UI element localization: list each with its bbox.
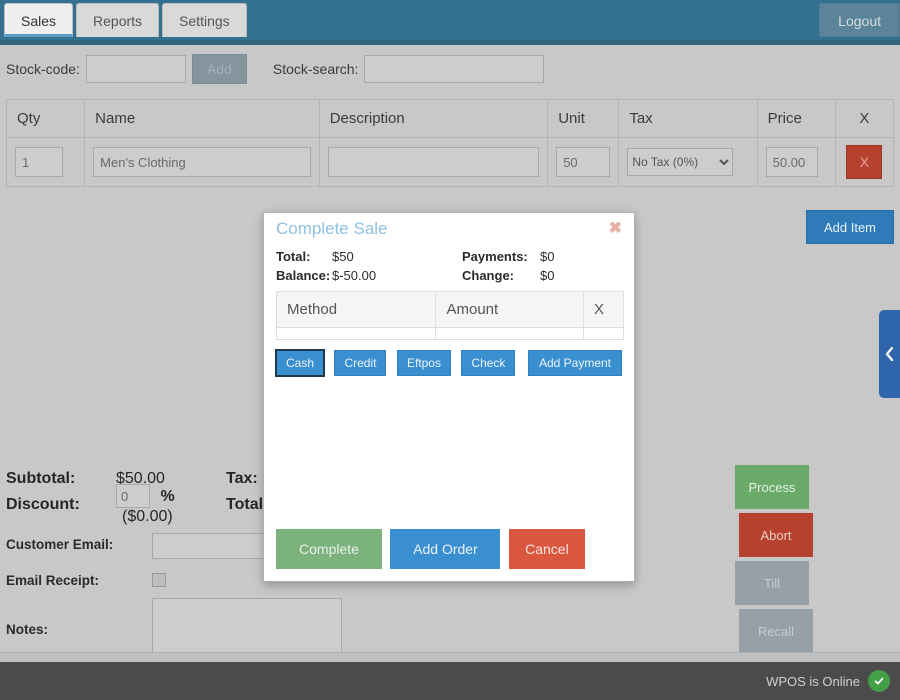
item-price-input[interactable]	[765, 147, 818, 177]
tab-reports[interactable]: Reports	[76, 3, 160, 37]
payment-method-buttons: Cash Credit Eftpos Check Add Payment	[274, 349, 622, 377]
items-table-header-row: Qty Name Description Unit Tax Price X	[5, 99, 895, 138]
payment-method-check[interactable]: Check	[461, 350, 516, 376]
item-qty-input[interactable]	[15, 147, 63, 177]
notes-label: Notes:	[6, 622, 49, 637]
discount-percent-symbol: %	[160, 487, 175, 505]
modal-summary: Total: $50 Payments: $0 Balance: $-50.00…	[264, 247, 634, 285]
payments-column-method: Method	[275, 291, 437, 328]
modal-payments-value: $0	[540, 249, 555, 264]
modal-title: Complete Sale	[276, 219, 388, 238]
cell-description	[318, 137, 549, 187]
modal-balance-value: $-50.00	[332, 268, 377, 283]
column-header-price: Price	[756, 99, 836, 138]
recall-button[interactable]: Recall	[739, 609, 813, 653]
column-header-tax: Tax	[618, 99, 758, 138]
payment-method-credit[interactable]: Credit	[334, 350, 387, 376]
notes-row: Notes:	[6, 598, 356, 658]
customer-email-label: Customer Email:	[6, 537, 114, 552]
process-button[interactable]: Process	[735, 465, 809, 509]
modal-footer: Complete Add Order Cancel	[276, 529, 589, 569]
payments-column-amount: Amount	[435, 291, 585, 328]
cancel-button[interactable]: Cancel	[508, 529, 585, 569]
payments-empty-cell-amount	[435, 327, 585, 340]
add-payment-button[interactable]: Add Payment	[527, 350, 622, 376]
discount-amount: ($0.00)	[122, 508, 173, 525]
email-receipt-label: Email Receipt:	[6, 573, 100, 588]
cell-name	[84, 137, 320, 187]
notes-textarea[interactable]	[152, 598, 342, 658]
logout-button[interactable]: Logout	[819, 3, 900, 37]
item-tax-select[interactable]: No Tax (0%)	[627, 148, 734, 176]
status-text: WPOS is Online	[766, 673, 860, 689]
pos-app: Sales Reports Settings Logout Stock-code…	[0, 0, 900, 700]
cell-unit	[547, 137, 620, 187]
modal-total-label: Total:	[276, 249, 311, 264]
cell-remove: X	[834, 137, 895, 187]
column-header-qty: Qty	[5, 99, 86, 138]
email-receipt-checkbox[interactable]	[152, 573, 166, 587]
discount-input[interactable]	[116, 484, 150, 508]
footer-separator	[0, 652, 900, 662]
modal-header: Complete Sale ✖	[264, 213, 634, 247]
modal-change-label: Change:	[462, 268, 514, 283]
modal-balance-label: Balance:	[276, 268, 331, 283]
item-unit-input[interactable]	[556, 147, 611, 177]
top-navbar: Sales Reports Settings Logout	[0, 0, 900, 40]
till-button[interactable]: Till	[735, 561, 809, 605]
payments-empty-row	[275, 327, 624, 340]
subtotal-label: Subtotal:	[6, 470, 76, 487]
sidebar-collapse-tab[interactable]	[879, 310, 900, 398]
nav-tabs: Sales Reports Settings	[4, 3, 247, 37]
payment-method-eftpos[interactable]: Eftpos	[396, 350, 451, 376]
payment-method-cash[interactable]: Cash	[274, 349, 326, 377]
chevron-left-icon	[885, 347, 894, 361]
stock-search-label: Stock-search:	[272, 61, 359, 77]
modal-total-value: $50	[332, 249, 354, 264]
cell-price	[756, 137, 836, 187]
cell-qty	[5, 137, 86, 187]
status-bar: WPOS is Online	[0, 662, 900, 700]
add-stock-button[interactable]: Add	[191, 54, 247, 84]
column-header-remove: X	[834, 99, 895, 138]
remove-item-button[interactable]: X	[846, 145, 883, 179]
column-header-description: Description	[318, 99, 549, 138]
tab-sales[interactable]: Sales	[4, 3, 74, 37]
payments-header-row: Method Amount X	[275, 291, 624, 328]
stock-bar: Stock-code: Add Stock-search:	[0, 45, 900, 93]
stock-code-label: Stock-code:	[6, 61, 80, 77]
discount-field-wrap: % ($0.00)	[116, 484, 226, 526]
check-circle-icon	[868, 670, 890, 692]
modal-change-value: $0	[540, 268, 555, 283]
modal-payments-label: Payments:	[462, 249, 528, 264]
add-item-button[interactable]: Add Item	[806, 210, 894, 244]
summary-row-balance: Balance: $-50.00 Change: $0	[276, 266, 622, 285]
payments-column-remove: X	[583, 291, 624, 328]
complete-sale-modal: Complete Sale ✖ Total: $50 Payments: $0 …	[263, 212, 635, 582]
summary-row-total: Total: $50 Payments: $0	[276, 247, 622, 266]
tab-settings[interactable]: Settings	[162, 3, 247, 37]
item-description-input[interactable]	[327, 147, 540, 177]
payments-empty-cell-method	[275, 327, 437, 340]
complete-button[interactable]: Complete	[276, 529, 382, 569]
column-header-name: Name	[84, 99, 320, 138]
discount-label: Discount:	[6, 496, 80, 513]
add-order-button[interactable]: Add Order	[390, 529, 501, 569]
payments-empty-cell-remove	[583, 327, 624, 340]
table-row: No Tax (0%) X	[5, 137, 895, 187]
close-icon[interactable]: ✖	[609, 221, 622, 237]
abort-button[interactable]: Abort	[739, 513, 813, 557]
column-header-unit: Unit	[547, 99, 620, 138]
stock-search-input[interactable]	[364, 55, 545, 83]
items-table: Qty Name Description Unit Tax Price X 1 …	[5, 99, 895, 187]
stock-code-input[interactable]	[85, 55, 186, 83]
payments-table: Method Amount X	[275, 291, 624, 340]
item-name-input[interactable]	[93, 147, 311, 177]
cell-tax: No Tax (0%)	[618, 137, 758, 187]
